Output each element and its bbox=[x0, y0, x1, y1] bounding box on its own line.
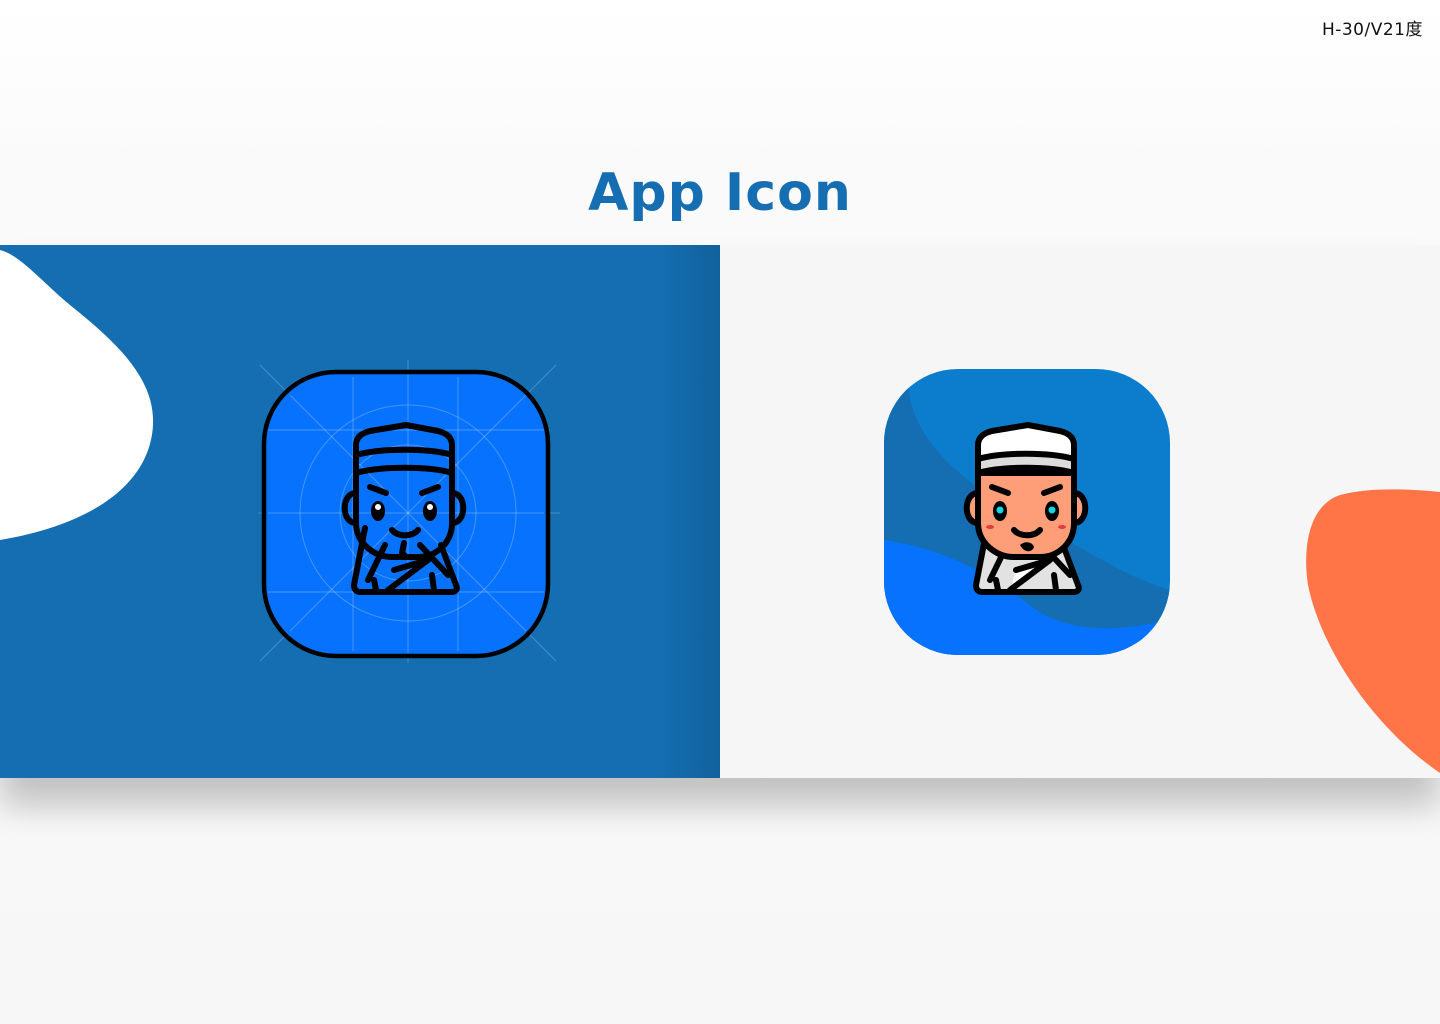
outline-panel bbox=[0, 245, 720, 778]
color-panel-art bbox=[884, 369, 1440, 773]
white-blob-shape bbox=[0, 250, 154, 540]
page: H-30/V21度 App Icon bbox=[0, 0, 1440, 1024]
chef-avatar-color-icon bbox=[963, 422, 1089, 595]
outline-panel-art bbox=[0, 245, 720, 778]
page-title: App Icon bbox=[588, 163, 852, 223]
color-panel bbox=[720, 245, 1440, 778]
outline-icon-frame bbox=[261, 369, 551, 659]
orange-blob-shape bbox=[1306, 489, 1440, 773]
icon-showcase bbox=[0, 245, 1440, 778]
version-label: H-30/V21度 bbox=[1321, 20, 1423, 40]
panel-edge-shade bbox=[660, 245, 720, 778]
